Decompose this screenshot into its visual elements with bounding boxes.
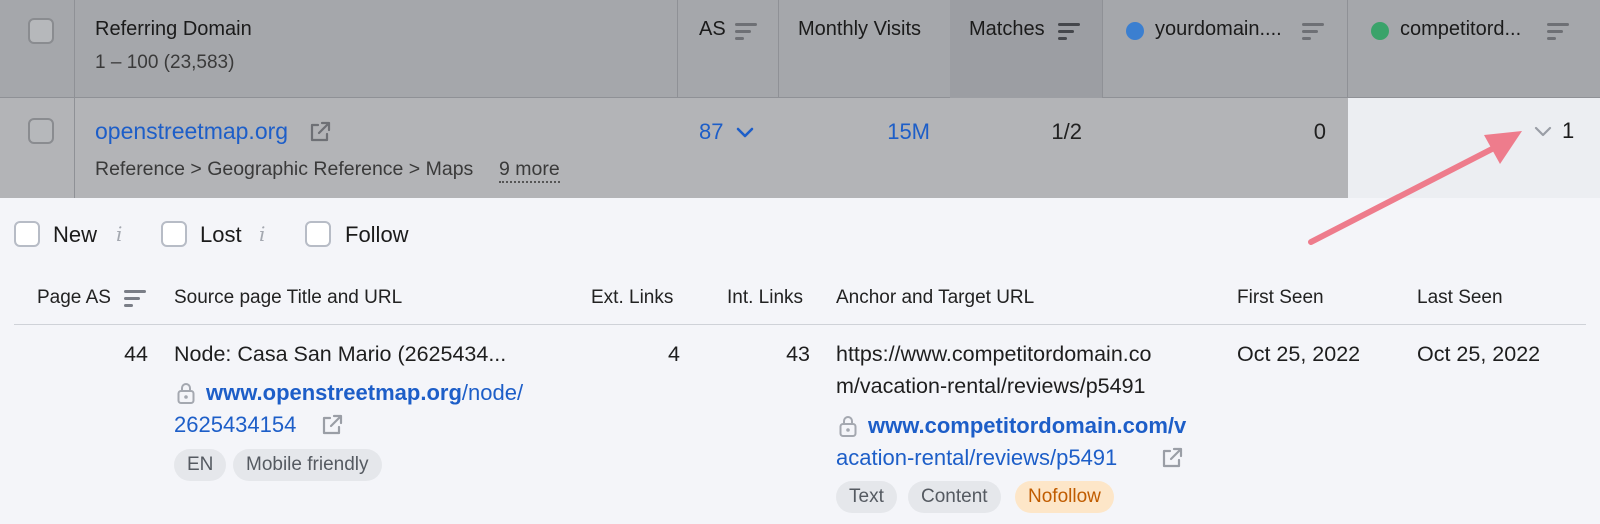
more-categories-link[interactable]: 9 more [499,158,560,183]
matches-value: 1/2 [1051,119,1082,144]
source-url-host[interactable]: www.openstreetmap.org [206,380,462,405]
header-matches[interactable]: Matches [969,18,1045,41]
lock-icon [177,383,195,404]
column-divider [778,0,779,98]
filter-follow-checkbox[interactable] [305,221,331,247]
filter-lost-label[interactable]: Lost [200,222,242,248]
first-seen-value: Oct 25, 2022 [1237,342,1361,366]
source-url-line2[interactable]: 2625434154 [174,409,296,441]
lock-icon [839,416,857,437]
filter-new-checkbox[interactable] [14,221,40,247]
header-yourdomain[interactable]: yourdomain.... [1155,18,1282,41]
monthly-visits-value[interactable]: 15M [860,119,930,145]
sort-matches-icon[interactable] [1058,23,1080,41]
header-divider [14,324,1586,325]
target-url-line2[interactable]: acation-rental/reviews/p5491 [836,442,1117,474]
header-source-page: Source page Title and URL [174,287,403,308]
select-all-checkbox[interactable] [28,18,54,44]
filter-follow-label[interactable]: Follow [345,222,409,248]
header-referring-domain[interactable]: Referring Domain [95,18,252,41]
result-range-count: 1 – 100 (23,583) [95,52,235,73]
filter-new-label[interactable]: New [53,222,97,248]
column-divider [74,0,75,98]
anchor-text-line2: m/vacation-rental/reviews/p5491 [836,374,1146,398]
external-link-icon[interactable] [320,413,344,437]
target-url-line1[interactable]: www.competitordomain.com/v [868,410,1186,442]
header-first-seen: First Seen [1237,287,1324,308]
last-seen-value: Oct 25, 2022 [1417,342,1541,366]
yourdomain-dot-icon [1126,22,1144,40]
sort-as-icon[interactable] [735,23,757,41]
header-ext-links: Ext. Links [591,287,674,308]
int-links-value: 43 [786,342,810,366]
row-checkbox[interactable] [28,118,54,144]
authority-score-value[interactable]: 87 [699,119,723,145]
header-last-seen: Last Seen [1417,287,1503,308]
header-int-links: Int. Links [727,287,804,308]
link-type-tag: Text [836,481,897,513]
anchor-text-line1: https://www.competitordomain.co [836,342,1152,366]
header-monthly-visits[interactable]: Monthly Visits [798,18,921,41]
placement-tag: Content [908,481,1001,513]
header-as[interactable]: AS [699,18,726,41]
column-divider [677,0,678,98]
competitor-dot-icon [1371,22,1389,40]
column-divider [1102,0,1103,98]
mobile-friendly-tag: Mobile friendly [233,449,382,481]
source-page-title: Node: Casa San Mario (2625434... [174,342,507,366]
info-icon[interactable]: i [259,222,265,246]
annotation-arrow-icon [1308,131,1522,245]
competitor-count[interactable]: 1 [1562,118,1574,144]
source-url-line1[interactable]: www.openstreetmap.org/node/ [206,377,523,409]
filter-lost-checkbox[interactable] [161,221,187,247]
domain-category: Reference > Geographic Reference > Maps [95,158,474,180]
external-link-icon[interactable] [1160,446,1184,470]
chevron-down-icon[interactable] [736,126,754,140]
matches-column-highlight [950,0,1102,98]
external-link-icon[interactable] [308,120,332,144]
page-as-value: 44 [124,342,148,366]
nofollow-tag: Nofollow [1015,481,1114,513]
ext-links-value: 4 [668,342,680,366]
sort-competitor-icon[interactable] [1547,23,1569,41]
column-divider [1347,0,1348,98]
source-url-path[interactable]: /node/ [462,380,523,405]
header-competitor[interactable]: competitord... [1400,18,1521,41]
header-anchor-target: Anchor and Target URL [836,287,1035,308]
outer-table-header: Referring Domain 1 – 100 (23,583) AS Mon… [0,0,1600,98]
domain-link[interactable]: openstreetmap.org [95,118,288,145]
header-page-as[interactable]: Page AS [37,287,111,309]
language-tag: EN [174,449,227,481]
info-icon[interactable]: i [116,222,122,246]
sort-page-as-icon[interactable] [124,290,146,308]
sort-yourdomain-icon[interactable] [1302,23,1324,41]
column-divider [74,98,75,198]
